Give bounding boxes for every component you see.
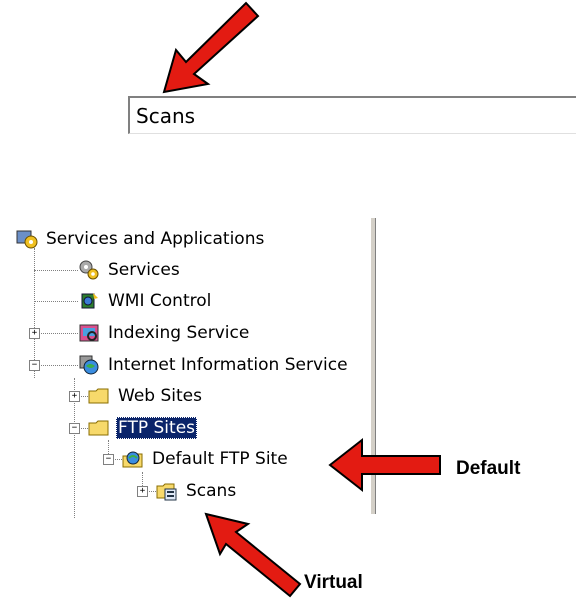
gears-icon: [79, 260, 99, 280]
tree-item-internet-information-services[interactable]: Internet Information Service: [78, 350, 350, 380]
tree-item-ftp-sites[interactable]: FTP Sites: [88, 413, 198, 443]
tree-item-label: WMI Control: [108, 291, 212, 311]
tree-item-label: Default FTP Site: [152, 449, 288, 469]
tree-item-scans[interactable]: Scans: [156, 476, 238, 506]
tree-item-web-sites[interactable]: Web Sites: [88, 381, 204, 411]
tree-item-services-and-applications[interactable]: Services and Applications: [16, 224, 266, 254]
tree-connector: [34, 301, 78, 302]
services-applications-icon: [16, 230, 38, 249]
ftp-site-icon: [122, 451, 143, 468]
wmi-control-icon: [81, 293, 98, 309]
pointer-arrow-icon: [204, 512, 302, 598]
tree-item-default-ftp-site[interactable]: Default FTP Site: [122, 444, 290, 474]
tree-item-wmi-control[interactable]: WMI Control: [78, 286, 213, 316]
pointer-arrow-icon: [162, 1, 260, 94]
tree-item-label: Indexing Service: [108, 323, 250, 343]
collapse-button[interactable]: −: [103, 454, 114, 465]
folder-icon: [88, 420, 109, 436]
name-text-field[interactable]: [128, 96, 576, 134]
collapse-button[interactable]: −: [29, 360, 40, 371]
name-input[interactable]: [130, 98, 576, 133]
tree-connector: [34, 365, 78, 366]
expand-button[interactable]: +: [137, 486, 148, 497]
tree-connector: [34, 333, 78, 334]
collapse-button[interactable]: −: [69, 423, 80, 434]
callout-virtual: Virtual: [304, 572, 363, 593]
expand-button[interactable]: +: [69, 391, 80, 402]
iis-globe-icon: [79, 355, 99, 375]
tree-connector: [34, 270, 78, 271]
tree-item-label: FTP Sites: [116, 417, 198, 439]
tree-connector: [34, 248, 35, 378]
tree-item-indexing-service[interactable]: Indexing Service: [78, 318, 251, 348]
tree-item-label: Internet Information Service: [108, 355, 348, 375]
callout-default: Default: [456, 458, 521, 479]
pointer-arrow-icon: [328, 437, 441, 493]
tree-item-label: Web Sites: [118, 386, 202, 406]
expand-button[interactable]: +: [29, 328, 40, 339]
tree-item-label: Services and Applications: [46, 229, 265, 249]
tree-item-label: Services: [108, 260, 180, 280]
tree-item-services[interactable]: Services: [78, 255, 182, 285]
tree-view: Services and Applications Services WMI C…: [0, 218, 372, 518]
virtual-directory-icon: [156, 483, 177, 501]
folder-icon: [88, 388, 109, 404]
indexing-icon: [79, 324, 99, 342]
tree-item-label: Scans: [186, 481, 237, 501]
